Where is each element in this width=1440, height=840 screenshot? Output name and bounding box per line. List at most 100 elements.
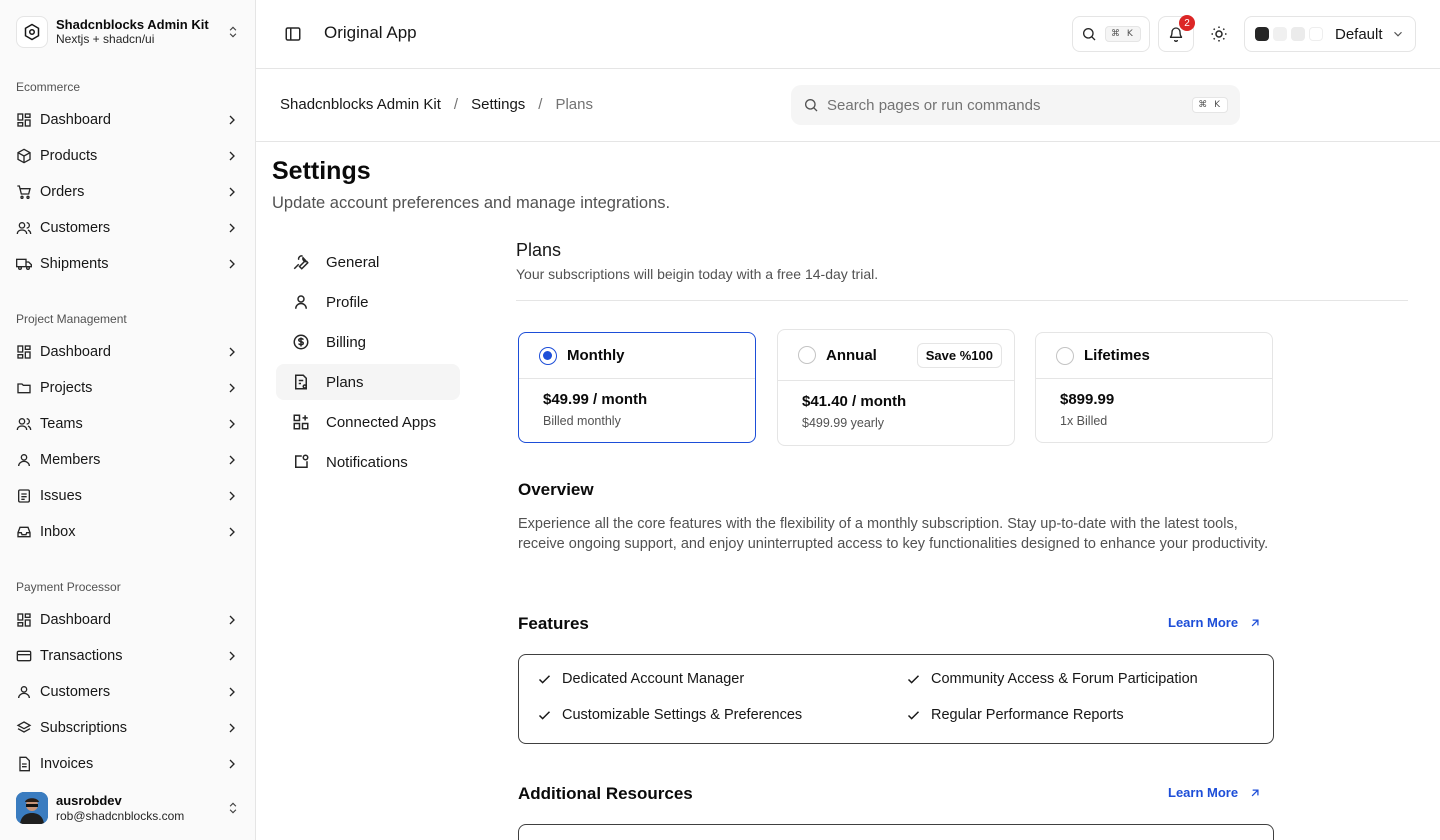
- breadcrumb: Shadcnblocks Admin Kit / Settings / Plan…: [280, 96, 593, 113]
- sidebar-toggle-icon[interactable]: [284, 25, 302, 43]
- plan-card-lifetimes[interactable]: Lifetimes $899.99 1x Billed: [1035, 332, 1273, 443]
- sidebar-item-issues[interactable]: Issues: [8, 480, 248, 512]
- chevrons-up-down-icon: [226, 25, 240, 39]
- user-icon: [16, 684, 32, 700]
- user-menu[interactable]: ausrobdev rob@shadcnblocks.com: [8, 784, 248, 832]
- page-title: Settings: [272, 157, 371, 185]
- plan-price: $899.99: [1060, 391, 1115, 408]
- app-title: Original App: [324, 23, 417, 42]
- sidebar-item-ecommerce-dashboard[interactable]: Dashboard: [8, 104, 248, 136]
- plan-note: Billed monthly: [543, 414, 621, 428]
- feature-item: Dedicated Account Manager: [537, 671, 744, 687]
- settings-nav-billing[interactable]: Billing: [276, 324, 460, 360]
- sidebar-item-orders[interactable]: Orders: [8, 176, 248, 208]
- user-email: rob@shadcnblocks.com: [56, 808, 185, 823]
- team-switcher[interactable]: Shadcnblocks Admin Kit Nextjs + shadcn/u…: [8, 8, 248, 56]
- file-text-icon: [16, 756, 32, 772]
- plan-radio-lifetimes[interactable]: [1056, 346, 1074, 365]
- notifications-button[interactable]: 2: [1158, 15, 1195, 52]
- sidebar-item-invoices[interactable]: Invoices: [8, 748, 248, 780]
- sidebar-item-label: Dashboard: [40, 112, 111, 128]
- search-button[interactable]: ⌘ K: [1072, 16, 1150, 52]
- group-label-payment-processor: Payment Processor: [16, 580, 121, 594]
- chevron-right-icon: [224, 756, 240, 772]
- notification-square-icon: [292, 453, 310, 471]
- plan-card-annual[interactable]: Annual Save %100 $41.40 / month $499.99 …: [777, 329, 1015, 446]
- plans-divider: [516, 300, 1408, 301]
- wrench-icon: [292, 253, 310, 271]
- feature-item: Customizable Settings & Preferences: [537, 707, 802, 723]
- sun-icon[interactable]: [1210, 25, 1228, 43]
- plan-card-monthly[interactable]: Monthly $49.99 / month Billed monthly: [518, 332, 756, 443]
- sidebar-item-transactions[interactable]: Transactions: [8, 640, 248, 672]
- sidebar-item-pp-customers[interactable]: Customers: [8, 676, 248, 708]
- plan-radio-monthly[interactable]: [539, 346, 557, 365]
- sidebar-item-inbox[interactable]: Inbox: [8, 516, 248, 548]
- overview-title: Overview: [518, 480, 594, 499]
- chevron-right-icon: [224, 184, 240, 200]
- features-learn-more-link[interactable]: Learn More: [1168, 615, 1262, 630]
- theme-swatch: [1309, 27, 1323, 41]
- chevron-right-icon: [224, 524, 240, 540]
- group-label-project-management: Project Management: [16, 312, 127, 326]
- sidebar-item-shipments[interactable]: Shipments: [8, 248, 248, 280]
- settings-nav-label: Connected Apps: [326, 413, 437, 431]
- plan-price: $41.40 / month: [802, 393, 907, 410]
- learn-more-label: Learn More: [1168, 785, 1239, 800]
- feature-label: Community Access & Forum Participation: [931, 671, 1198, 687]
- sidebar-item-label: Projects: [40, 380, 93, 396]
- sidebar-item-ecommerce-customers[interactable]: Customers: [8, 212, 248, 244]
- plan-radio-annual[interactable]: [798, 346, 816, 364]
- sidebar-item-label: Transactions: [40, 648, 123, 664]
- group-label-ecommerce: Ecommerce: [16, 80, 81, 94]
- inbox-icon: [16, 524, 32, 540]
- settings-nav-label: Profile: [326, 293, 369, 311]
- avatar: [16, 792, 48, 824]
- command-search-input[interactable]: Search pages or run commands ⌘ K: [791, 85, 1240, 125]
- search-icon: [1081, 26, 1097, 42]
- settings-nav-label: Plans: [326, 373, 364, 391]
- check-icon: [906, 708, 921, 723]
- truck-icon: [16, 256, 32, 272]
- plan-note: $499.99 yearly: [802, 416, 885, 430]
- chevron-right-icon: [224, 488, 240, 504]
- chevrons-up-down-icon: [226, 801, 240, 815]
- sidebar-item-label: Customers: [40, 684, 111, 700]
- sidebar-item-subscriptions[interactable]: Subscriptions: [8, 712, 248, 744]
- command-placeholder: Search pages or run commands: [827, 96, 1041, 114]
- sidebar-item-pp-dashboard[interactable]: Dashboard: [8, 604, 248, 636]
- feature-label: Regular Performance Reports: [931, 707, 1124, 723]
- chevron-right-icon: [224, 416, 240, 432]
- chevron-right-icon: [224, 648, 240, 664]
- sidebar-item-projects[interactable]: Projects: [8, 372, 248, 404]
- breadcrumb-current: Plans: [555, 96, 593, 113]
- check-icon: [537, 672, 552, 687]
- check-icon: [906, 672, 921, 687]
- settings-nav-general[interactable]: General: [276, 244, 460, 280]
- sidebar-item-pm-dashboard[interactable]: Dashboard: [8, 336, 248, 368]
- settings-nav-plans[interactable]: Plans: [276, 364, 460, 400]
- theme-select[interactable]: Default: [1244, 16, 1416, 52]
- top-header: Original App ⌘ K 2 Default: [256, 0, 1440, 69]
- resources-learn-more-link[interactable]: Learn More: [1168, 785, 1262, 800]
- chevron-right-icon: [224, 612, 240, 628]
- breadcrumb-item[interactable]: Shadcnblocks Admin Kit: [280, 96, 441, 113]
- settings-nav-profile[interactable]: Profile: [276, 284, 460, 320]
- sub-header: Shadcnblocks Admin Kit / Settings / Plan…: [256, 69, 1440, 142]
- layers-icon: [16, 720, 32, 736]
- cart-icon: [16, 184, 32, 200]
- plan-price: $49.99 / month: [543, 391, 648, 408]
- settings-nav-connected-apps[interactable]: Connected Apps: [276, 404, 460, 440]
- receipt-icon: [292, 373, 310, 391]
- chevron-right-icon: [224, 720, 240, 736]
- breadcrumb-item[interactable]: Settings: [471, 96, 525, 113]
- learn-more-label: Learn More: [1168, 615, 1239, 630]
- sidebar-item-products[interactable]: Products: [8, 140, 248, 172]
- settings-nav-notifications[interactable]: Notifications: [276, 444, 460, 480]
- sidebar-item-label: Teams: [40, 416, 83, 432]
- team-logo-icon: [16, 16, 48, 48]
- feature-item: Community Access & Forum Participation: [906, 671, 1198, 687]
- plan-name: Lifetimes: [1084, 347, 1150, 364]
- sidebar-item-teams[interactable]: Teams: [8, 408, 248, 440]
- sidebar-item-members[interactable]: Members: [8, 444, 248, 476]
